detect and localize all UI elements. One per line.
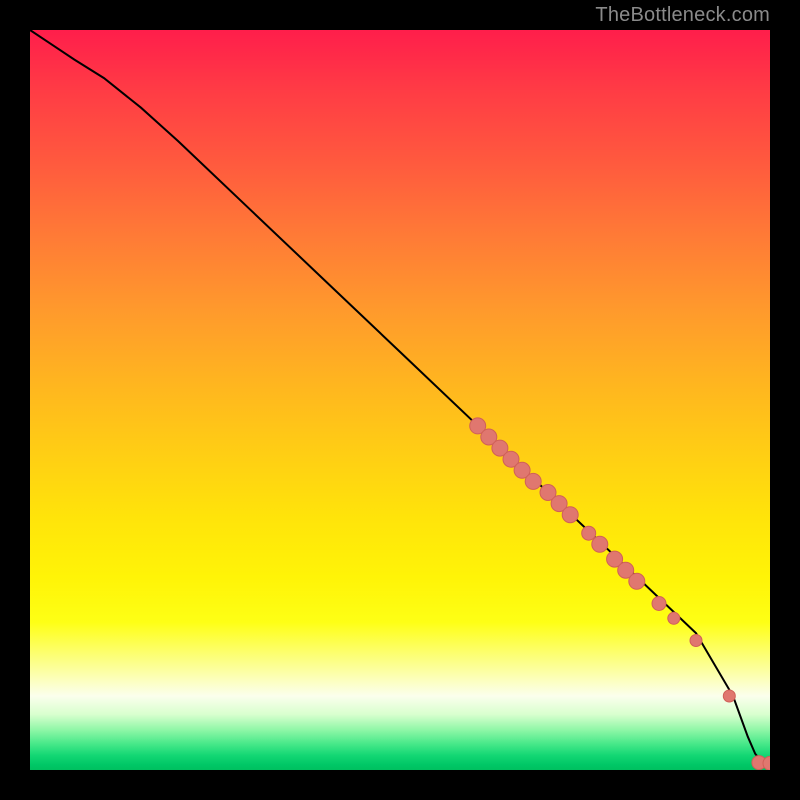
gradient-background: [30, 30, 770, 770]
watermark-label: TheBottleneck.com: [595, 4, 770, 27]
plot-area: [30, 30, 770, 770]
chart-stage: TheBottleneck.com: [0, 0, 800, 800]
